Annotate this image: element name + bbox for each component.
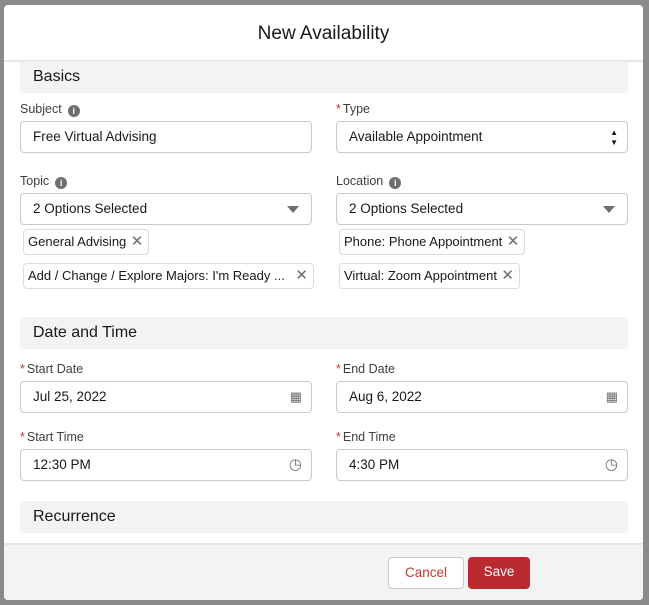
start-time-input[interactable]: 12:30 PM ◷ xyxy=(20,449,312,481)
calendar-icon[interactable]: ▦ xyxy=(606,382,618,412)
modal-title: New Availability xyxy=(4,5,643,62)
close-icon[interactable]: ✕ xyxy=(295,264,308,288)
info-icon[interactable]: i xyxy=(389,177,402,189)
end-date-input[interactable]: Aug 6, 2022 ▦ xyxy=(336,381,628,413)
close-icon[interactable]: ✕ xyxy=(131,230,144,254)
clock-icon[interactable]: ◷ xyxy=(289,450,302,480)
type-label: * Type xyxy=(336,102,370,116)
section-date-and-time[interactable]: Date and Time xyxy=(20,317,628,349)
section-recurrence[interactable]: Recurrence xyxy=(20,501,628,533)
save-button[interactable]: Save xyxy=(468,557,530,589)
location-pill: Virtual: Zoom Appointment ✕ xyxy=(339,263,520,289)
topic-label: Topic i xyxy=(20,174,68,189)
start-date-input[interactable]: Jul 25, 2022 ▦ xyxy=(20,381,312,413)
cancel-button[interactable]: Cancel xyxy=(388,557,464,589)
location-select[interactable]: 2 Options Selected xyxy=(336,193,628,225)
location-pill: Phone: Phone Appointment ✕ xyxy=(339,229,526,255)
section-basics[interactable]: Basics xyxy=(20,61,628,93)
modal-footer: Cancel Save xyxy=(4,543,643,600)
up-down-arrows-icon: ▲ ▼ xyxy=(610,128,618,147)
type-select[interactable]: Available Appointment ▲ ▼ xyxy=(336,121,628,153)
start-date-label: * Start Date xyxy=(20,362,84,376)
close-icon[interactable]: ✕ xyxy=(501,264,514,288)
chevron-down-icon xyxy=(603,206,615,213)
topic-pill: Add / Change / Explore Majors: I'm Ready… xyxy=(23,263,314,289)
new-availability-modal: New Availability Basics Subject i Free Vi… xyxy=(4,5,643,600)
info-icon[interactable]: i xyxy=(67,105,80,117)
info-icon[interactable]: i xyxy=(55,177,68,189)
close-icon[interactable]: ✕ xyxy=(507,230,520,254)
topic-select[interactable]: 2 Options Selected xyxy=(20,193,312,225)
topic-pill: General Advising ✕ xyxy=(23,229,150,255)
subject-input[interactable]: Free Virtual Advising xyxy=(20,121,312,153)
end-date-label: * End Date xyxy=(336,362,395,376)
calendar-icon[interactable]: ▦ xyxy=(290,382,302,412)
clock-icon[interactable]: ◷ xyxy=(605,450,618,480)
chevron-down-icon xyxy=(287,206,299,213)
location-label: Location i xyxy=(336,174,402,189)
subject-label: Subject i xyxy=(20,102,80,117)
end-time-label: * End Time xyxy=(336,430,396,444)
end-time-input[interactable]: 4:30 PM ◷ xyxy=(336,449,628,481)
start-time-label: * Start Time xyxy=(20,430,84,444)
